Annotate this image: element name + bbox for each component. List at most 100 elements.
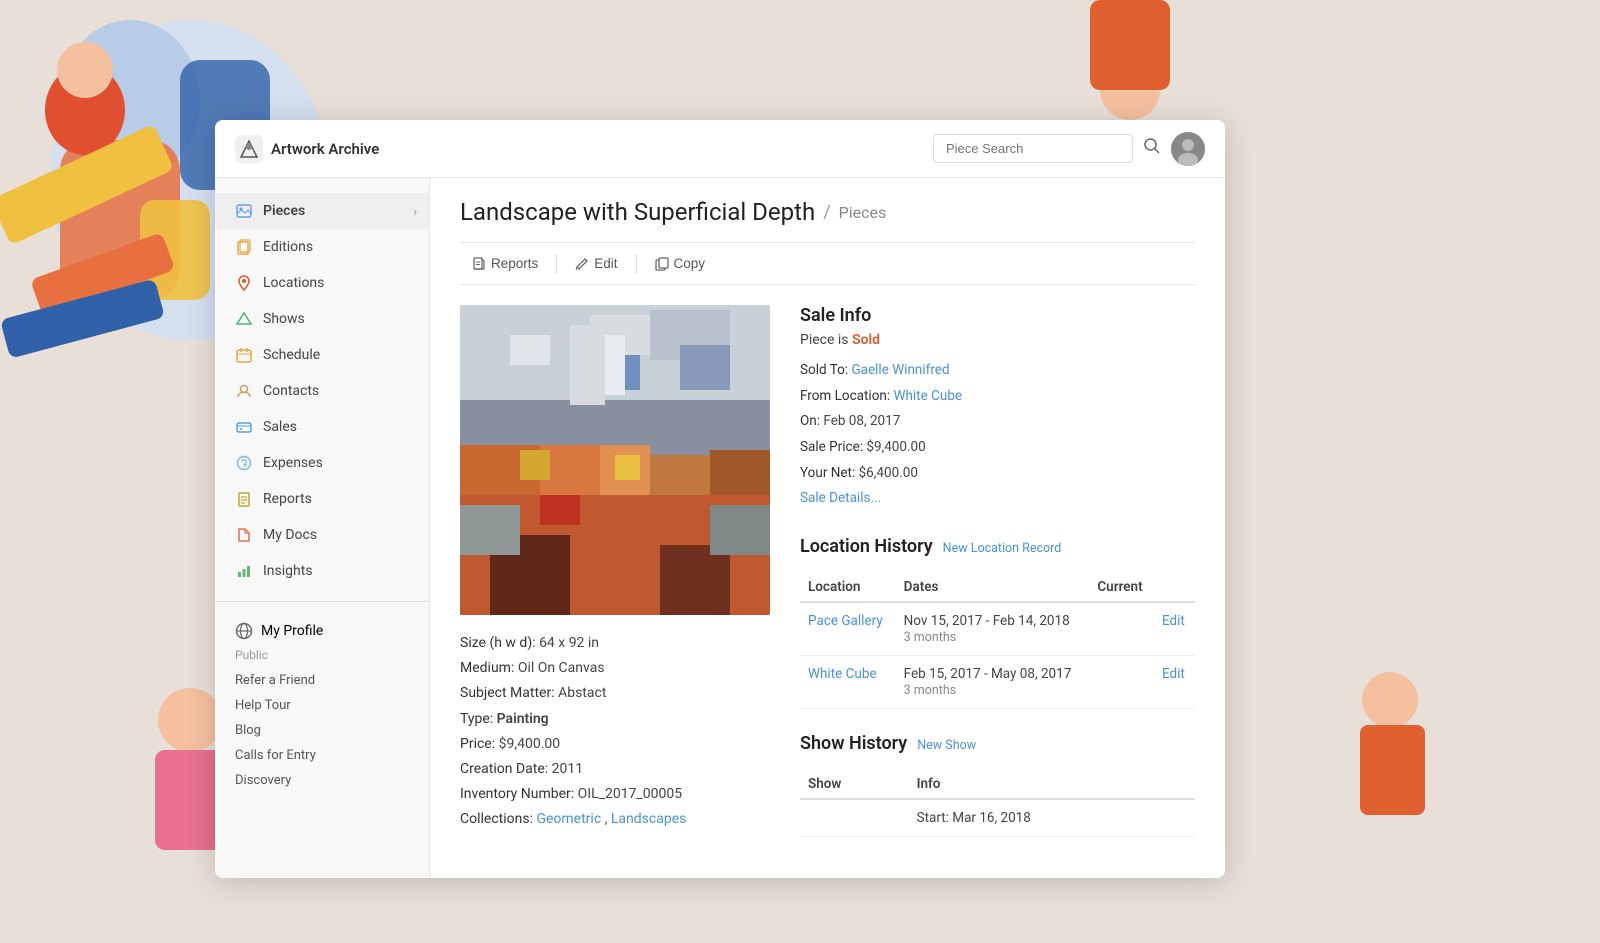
sold-to-link[interactable]: Gaelle Winnifred	[851, 362, 949, 378]
edit-button[interactable]: Edit	[563, 251, 629, 276]
inventory-label: Inventory Number:	[460, 786, 578, 802]
sidebar-label-expenses: Expenses	[263, 455, 323, 471]
sidebar-item-expenses[interactable]: Expenses	[215, 445, 429, 481]
search-icon	[1143, 137, 1161, 155]
sidebar-label-contacts: Contacts	[263, 383, 319, 399]
sale-info-title: Sale Info	[800, 305, 1195, 326]
sidebar-link-help[interactable]: Help Tour	[215, 693, 429, 718]
current-cell-1	[1089, 655, 1154, 708]
location-col-header: Location	[800, 573, 896, 602]
editions-icon	[235, 238, 253, 256]
mydocs-icon	[235, 526, 253, 544]
date-label: Creation Date:	[460, 761, 552, 777]
collection-geometric[interactable]: Geometric	[536, 811, 601, 827]
copy-button[interactable]: Copy	[643, 251, 718, 276]
collections-label: Collections:	[460, 811, 536, 827]
sidebar: Pieces › Editions Locations	[215, 178, 430, 878]
sidebar-link-discovery[interactable]: Discovery	[215, 768, 429, 793]
search-button[interactable]	[1143, 137, 1161, 160]
piece-collections-row: Collections: Geometric , Landscapes	[460, 807, 770, 832]
subject-label: Subject Matter:	[460, 685, 558, 701]
sidebar-label-editions: Editions	[263, 239, 313, 255]
breadcrumb-link[interactable]: Pieces	[839, 203, 887, 222]
sale-price-label: Sale Price:	[800, 439, 863, 455]
dates-range-0: Nov 15, 2017 - Feb 14, 2018	[904, 613, 1070, 629]
from-location-link[interactable]: White Cube	[893, 388, 962, 404]
sidebar-item-shows[interactable]: Shows	[215, 301, 429, 337]
image-icon	[235, 202, 253, 220]
location-cell-1[interactable]: White Cube	[800, 655, 896, 708]
edit-link-1[interactable]: Edit	[1162, 666, 1185, 682]
sidebar-item-sales[interactable]: Sales	[215, 409, 429, 445]
reports-button[interactable]: Reports	[460, 251, 550, 276]
pieces-arrow: ›	[414, 205, 417, 218]
insights-icon	[235, 562, 253, 580]
location-history-table: Location Dates Current Pace Gallery	[800, 573, 1195, 709]
sidebar-item-insights[interactable]: Insights	[215, 553, 429, 589]
sidebar-link-refer[interactable]: Refer a Friend	[215, 668, 429, 693]
location-icon	[235, 274, 253, 292]
edit-link-0[interactable]: Edit	[1162, 613, 1185, 629]
piece-medium-row: Medium: Oil On Canvas	[460, 656, 770, 681]
new-location-record-link[interactable]: New Location Record	[943, 541, 1062, 556]
dates-range-1: Feb 15, 2017 - May 08, 2017	[904, 666, 1072, 682]
profile-status: Public	[215, 648, 429, 668]
action-separator-1	[556, 254, 557, 274]
copy-icon	[655, 257, 669, 271]
sidebar-label-schedule: Schedule	[263, 347, 320, 363]
edit-cell-1: Edit	[1154, 655, 1195, 708]
sidebar-item-reports[interactable]: Reports	[215, 481, 429, 517]
sidebar-link-blog[interactable]: Blog	[215, 718, 429, 743]
table-row: Start: Mar 16, 2018	[800, 799, 1195, 837]
sidebar-item-locations[interactable]: Locations	[215, 265, 429, 301]
sidebar-link-calls[interactable]: Calls for Entry	[215, 743, 429, 768]
main-layout: Pieces › Editions Locations	[215, 178, 1225, 878]
piece-meta: Size (h w d): 64 x 92 in Medium: Oil On …	[460, 631, 770, 833]
sold-to-row: Sold To: Gaelle Winnifred	[800, 358, 1195, 384]
sidebar-profile[interactable]: My Profile	[215, 614, 429, 648]
piece-size: 64 x 92 in	[539, 635, 599, 651]
search-input[interactable]	[933, 134, 1133, 163]
location-cell-0[interactable]: Pace Gallery	[800, 602, 896, 656]
sold-to-label: Sold To:	[800, 362, 848, 378]
collection-landscapes[interactable]: Landscapes	[611, 811, 686, 827]
right-col: Sale Info Piece is Sold Sold To: Gaelle …	[800, 305, 1195, 837]
sale-date: Feb 08, 2017	[823, 413, 900, 429]
size-label: Size (h w d):	[460, 635, 539, 651]
shows-icon	[235, 310, 253, 328]
sidebar-item-editions[interactable]: Editions	[215, 229, 429, 265]
from-location-row: From Location: White Cube	[800, 384, 1195, 410]
sidebar-item-contacts[interactable]: Contacts	[215, 373, 429, 409]
globe-icon	[235, 622, 253, 640]
piece-inventory: OIL_2017_00005	[578, 786, 682, 802]
logo-area: Artwork Archive	[235, 135, 933, 163]
sidebar-item-mydocs[interactable]: My Docs	[215, 517, 429, 553]
price-label: Price:	[460, 736, 499, 752]
table-row: White Cube Feb 15, 2017 - May 08, 2017 3…	[800, 655, 1195, 708]
sale-status: Piece is Sold	[800, 332, 1195, 348]
piece-date-row: Creation Date: 2011	[460, 757, 770, 782]
content-area: Landscape with Superficial Depth / Piece…	[430, 178, 1225, 878]
sale-details: Sold To: Gaelle Winnifred From Location:…	[800, 358, 1195, 512]
sidebar-label-mydocs: My Docs	[263, 527, 317, 543]
sidebar-label-shows: Shows	[263, 311, 305, 327]
new-show-link[interactable]: New Show	[917, 738, 976, 753]
sales-icon	[235, 418, 253, 436]
sidebar-label-pieces: Pieces	[263, 203, 305, 219]
sidebar-item-schedule[interactable]: Schedule	[215, 337, 429, 373]
dates-col-header: Dates	[896, 573, 1090, 602]
piece-left-col: Size (h w d): 64 x 92 in Medium: Oil On …	[460, 305, 770, 837]
avatar[interactable]	[1171, 132, 1205, 166]
pencil-icon	[575, 257, 589, 271]
dates-cell-0: Nov 15, 2017 - Feb 14, 2018 3 months	[896, 602, 1090, 656]
sale-details-link[interactable]: Sale Details...	[800, 490, 881, 506]
edit-col-header	[1154, 573, 1195, 602]
sidebar-item-pieces[interactable]: Pieces ›	[215, 193, 429, 229]
breadcrumb-separator: /	[823, 202, 830, 223]
show-history-section: Show History New Show Show Info	[800, 733, 1195, 837]
sale-date-row: On: Feb 08, 2017	[800, 409, 1195, 435]
net-row: Your Net: $6,400.00	[800, 461, 1195, 487]
sale-on-label: On:	[800, 413, 820, 429]
from-location-label: From Location:	[800, 388, 890, 404]
net-label: Your Net:	[800, 465, 855, 481]
